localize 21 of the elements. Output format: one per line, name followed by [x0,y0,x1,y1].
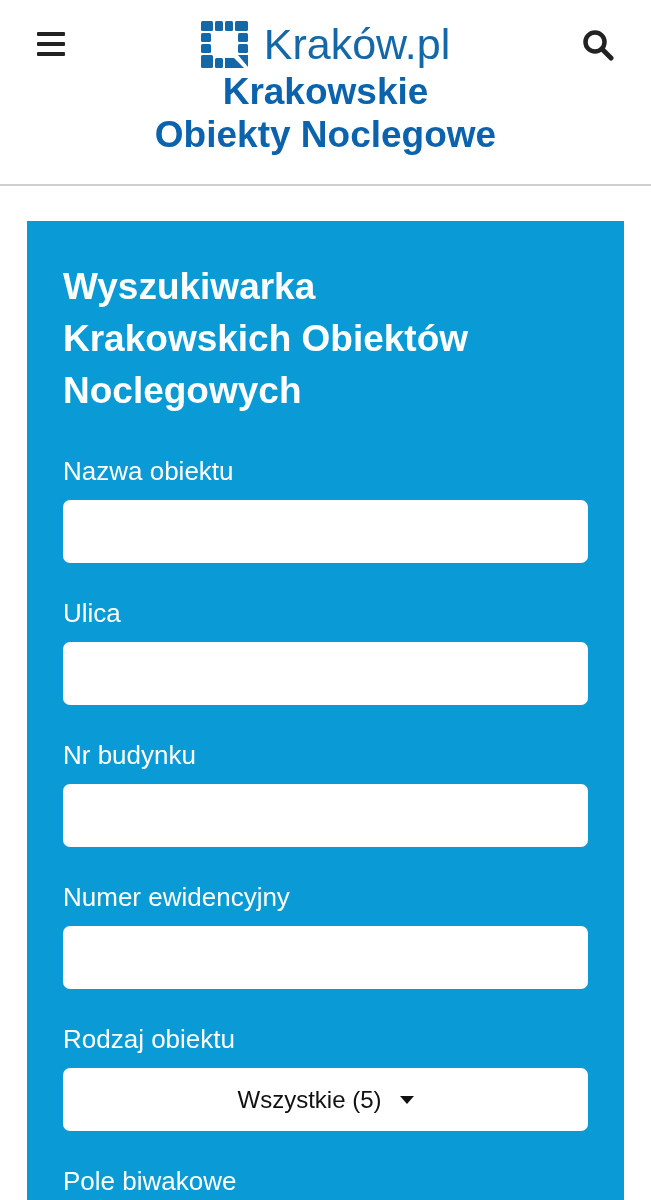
field-label: Ulica [63,597,122,629]
field-label: Nazwa obiektu [63,455,235,487]
search-icon [582,29,614,61]
input-field[interactable] [63,784,588,847]
field-label: Rodzaj obiektu [63,1023,236,1055]
field-label: Nr budynku [63,739,197,771]
field-label: Pole biwakowe [63,1165,238,1197]
input-field[interactable] [63,500,588,563]
field-label: Numer ewidencyjny [63,881,291,913]
caret-icon [399,1095,414,1104]
site-title: Krakowskie Obiekty Noclegowe [154,70,497,156]
panel-title: Wyszukiwarka Krakowskich Obiektów Noclegowych [63,265,470,413]
input-field[interactable] [63,926,588,989]
input-field[interactable] [63,642,588,705]
logo-text: Kraków.pl [263,20,451,68]
select-dropdown[interactable]: Wszystkie (5) [63,1068,588,1131]
menu-button[interactable] [36,30,68,58]
menu-icon [36,32,66,56]
search-button[interactable] [581,28,615,62]
logo-link[interactable]: Kraków.pl [200,20,451,68]
logo-icon [200,20,248,68]
